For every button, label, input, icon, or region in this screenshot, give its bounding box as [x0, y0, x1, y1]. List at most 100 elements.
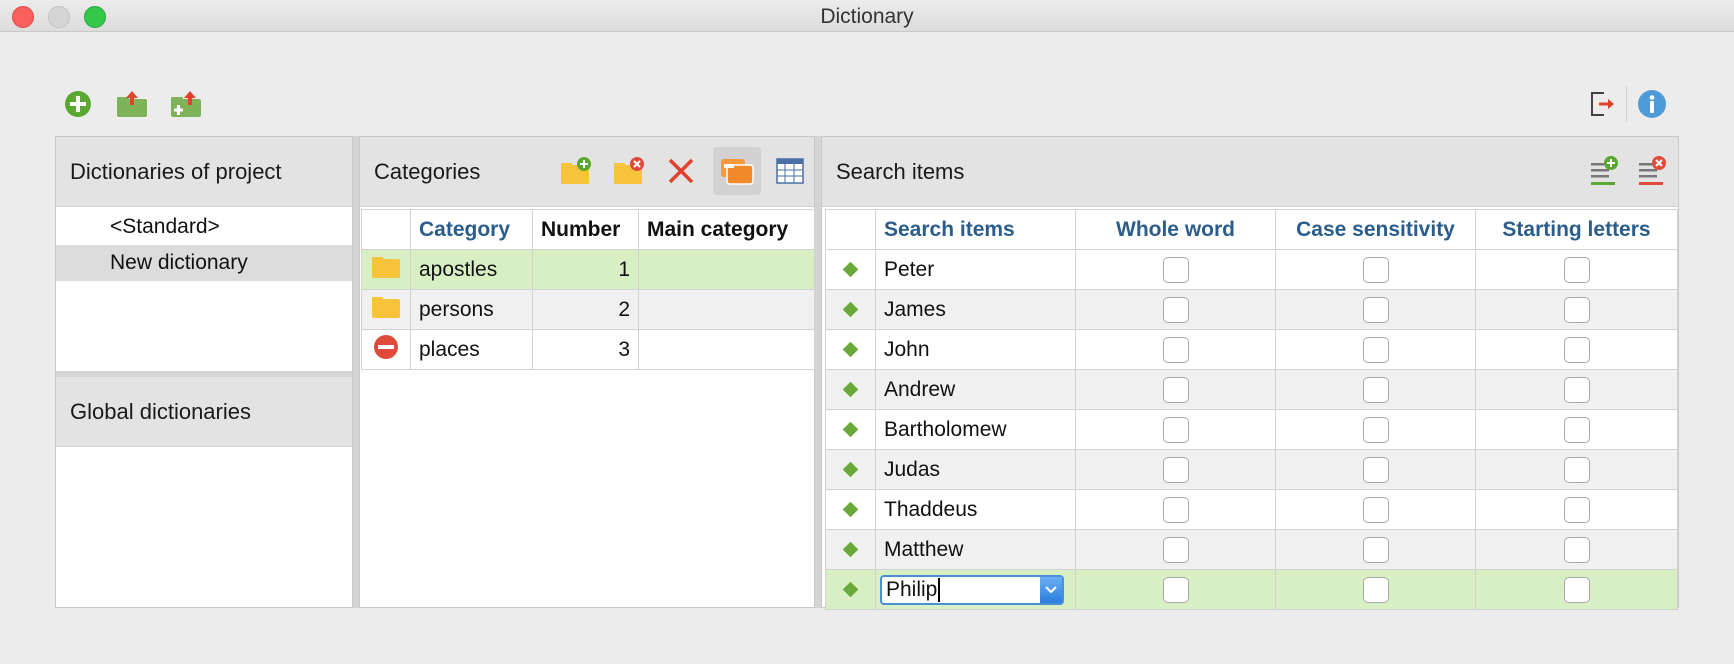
- column-header-case-sensitivity[interactable]: Case sensitivity: [1275, 209, 1476, 250]
- whole-word-checkbox[interactable]: [1162, 496, 1189, 523]
- column-header-starting-letters[interactable]: Starting letters: [1475, 209, 1678, 250]
- info-button[interactable]: [1634, 86, 1670, 122]
- main-category-cell[interactable]: [638, 329, 815, 370]
- search-item-cell[interactable]: Thaddeus: [875, 489, 1076, 530]
- table-row[interactable]: apostles 1: [361, 249, 815, 290]
- case-sensitivity-checkbox[interactable]: [1362, 576, 1389, 603]
- starting-letters-checkbox[interactable]: [1563, 576, 1590, 603]
- search-item-cell[interactable]: John: [875, 329, 1076, 370]
- table-view-button[interactable]: [770, 151, 810, 191]
- column-header-whole-word[interactable]: Whole word: [1075, 209, 1276, 250]
- category-cards-button[interactable]: [713, 147, 761, 195]
- cards-icon: [721, 159, 754, 185]
- search-item-cell[interactable]: Andrew: [875, 369, 1076, 410]
- category-cell[interactable]: persons: [410, 289, 533, 330]
- row-marker-cell: [825, 569, 876, 610]
- search-item-cell[interactable]: Peter: [875, 249, 1076, 290]
- whole-word-checkbox[interactable]: [1162, 336, 1189, 363]
- add-dictionary-icon: [65, 91, 91, 117]
- starting-letters-checkbox[interactable]: [1563, 496, 1590, 523]
- search-item-input[interactable]: Philip: [882, 578, 937, 602]
- case-sensitivity-checkbox[interactable]: [1362, 376, 1389, 403]
- delete-category-button[interactable]: [609, 151, 649, 191]
- categories-table: Category Number Main category apostles 1: [361, 209, 815, 370]
- table-row[interactable]: Bartholomew: [825, 409, 1678, 450]
- dictionaries-title: Dictionaries of project: [70, 159, 282, 184]
- number-cell[interactable]: 2: [532, 289, 639, 330]
- add-search-item-button[interactable]: [1584, 151, 1624, 191]
- add-row-icon: [1591, 156, 1618, 185]
- search-item-cell[interactable]: Judas: [875, 449, 1076, 490]
- table-row[interactable]: persons 2: [361, 289, 815, 330]
- new-category-button[interactable]: [556, 151, 596, 191]
- table-row[interactable]: Peter: [825, 249, 1678, 290]
- case-sensitivity-checkbox[interactable]: [1362, 416, 1389, 443]
- table-row-editing[interactable]: Philip: [825, 569, 1678, 610]
- search-items-header: Search items: [822, 137, 1678, 207]
- whole-word-checkbox[interactable]: [1162, 256, 1189, 283]
- row-icon-cell: [361, 289, 411, 330]
- case-sensitivity-checkbox[interactable]: [1362, 256, 1389, 283]
- title-bar: Dictionary: [0, 0, 1734, 32]
- table-row[interactable]: Matthew: [825, 529, 1678, 570]
- column-header-number[interactable]: Number: [532, 209, 639, 250]
- dictionary-item-standard[interactable]: <Standard>: [56, 209, 352, 245]
- categories-header-row: Category Number Main category: [361, 209, 815, 250]
- category-cell[interactable]: places: [410, 329, 533, 370]
- column-header-category[interactable]: Category: [410, 209, 533, 250]
- diamond-icon: [842, 542, 859, 558]
- categories-panel: Categories Category Number Main category…: [359, 136, 815, 608]
- search-item-edit-cell: Philip: [875, 569, 1076, 610]
- starting-letters-checkbox[interactable]: [1563, 336, 1590, 363]
- main-category-cell[interactable]: [638, 289, 815, 330]
- search-items-title: Search items: [836, 159, 965, 184]
- case-sensitivity-checkbox[interactable]: [1362, 536, 1389, 563]
- table-row[interactable]: Thaddeus: [825, 489, 1678, 530]
- add-dictionary-button[interactable]: [60, 86, 96, 122]
- search-item-cell[interactable]: Bartholomew: [875, 409, 1076, 450]
- main-category-cell[interactable]: [638, 249, 815, 290]
- whole-word-checkbox[interactable]: [1162, 456, 1189, 483]
- starting-letters-checkbox[interactable]: [1563, 376, 1590, 403]
- starting-letters-checkbox[interactable]: [1563, 296, 1590, 323]
- table-row[interactable]: Judas: [825, 449, 1678, 490]
- export-dictionary-button[interactable]: [114, 86, 150, 122]
- exit-button[interactable]: [1584, 86, 1620, 122]
- case-sensitivity-checkbox[interactable]: [1362, 456, 1389, 483]
- diamond-icon: [842, 582, 859, 598]
- table-row[interactable]: places 3: [361, 329, 815, 370]
- column-header-search-items[interactable]: Search items: [875, 209, 1076, 250]
- close-icon: [668, 158, 694, 184]
- delete-search-item-button[interactable]: [1632, 151, 1672, 191]
- search-item-cell[interactable]: James: [875, 289, 1076, 330]
- search-item-combobox[interactable]: Philip: [880, 574, 1064, 605]
- search-items-header-row: Search items Whole word Case sensitivity…: [825, 209, 1678, 250]
- starting-letters-checkbox[interactable]: [1563, 256, 1590, 283]
- folder-icon: [372, 296, 400, 318]
- whole-word-checkbox[interactable]: [1162, 536, 1189, 563]
- starting-letters-checkbox[interactable]: [1563, 536, 1590, 563]
- category-cell[interactable]: apostles: [410, 249, 533, 290]
- number-cell[interactable]: 3: [532, 329, 639, 370]
- starting-letters-checkbox[interactable]: [1563, 456, 1590, 483]
- combobox-dropdown-button[interactable]: [1040, 576, 1062, 603]
- remove-button[interactable]: [661, 151, 701, 191]
- whole-word-checkbox[interactable]: [1162, 296, 1189, 323]
- table-row[interactable]: Andrew: [825, 369, 1678, 410]
- import-dictionary-button[interactable]: [168, 86, 204, 122]
- table-row[interactable]: John: [825, 329, 1678, 370]
- case-sensitivity-checkbox[interactable]: [1362, 336, 1389, 363]
- dictionaries-panel: Dictionaries of project <Standard> New d…: [55, 136, 353, 608]
- dictionary-item-new[interactable]: New dictionary: [56, 245, 352, 281]
- whole-word-checkbox[interactable]: [1162, 576, 1189, 603]
- number-cell[interactable]: 1: [532, 249, 639, 290]
- dictionary-item-label: <Standard>: [110, 215, 220, 238]
- column-header-main-category[interactable]: Main category: [638, 209, 815, 250]
- starting-letters-checkbox[interactable]: [1563, 416, 1590, 443]
- table-row[interactable]: James: [825, 289, 1678, 330]
- case-sensitivity-checkbox[interactable]: [1362, 296, 1389, 323]
- case-sensitivity-checkbox[interactable]: [1362, 496, 1389, 523]
- whole-word-checkbox[interactable]: [1162, 416, 1189, 443]
- search-item-cell[interactable]: Matthew: [875, 529, 1076, 570]
- whole-word-checkbox[interactable]: [1162, 376, 1189, 403]
